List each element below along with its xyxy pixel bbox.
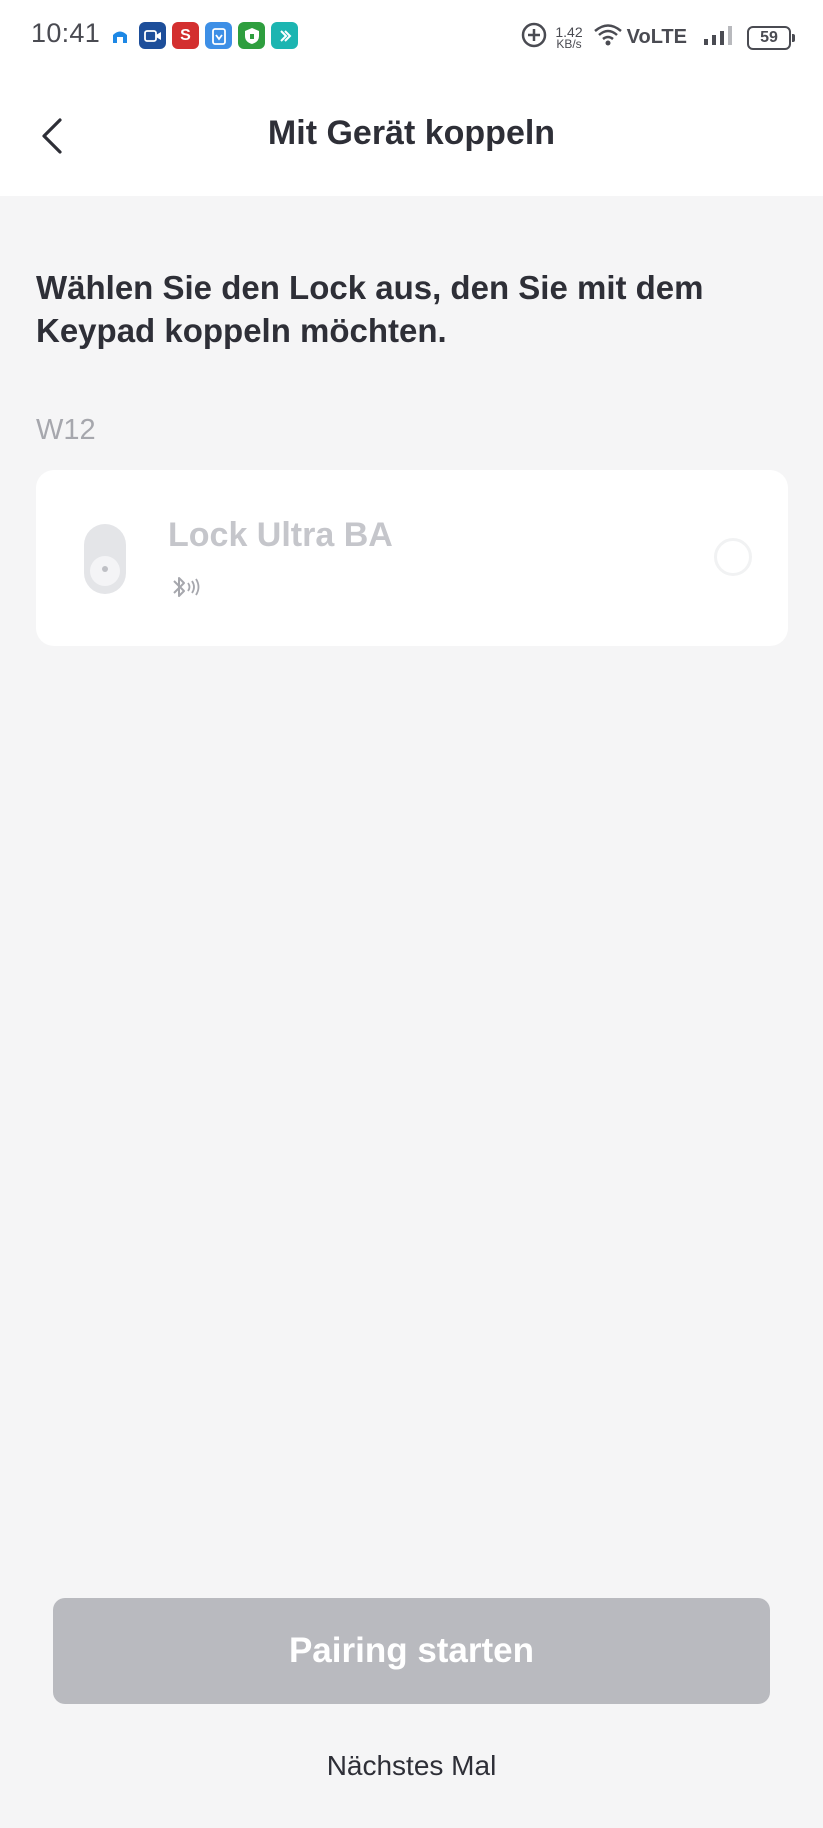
s-app-icon: S bbox=[172, 22, 199, 49]
instruction-text: Wählen Sie den Lock aus, den Sie mit dem… bbox=[36, 269, 704, 349]
status-app-icons: S bbox=[106, 22, 304, 49]
wifi-icon bbox=[593, 22, 623, 53]
lock-device-icon bbox=[84, 524, 126, 594]
device-name: Lock Ultra BA bbox=[168, 516, 393, 554]
net-speed: 1.42 KB/s bbox=[555, 23, 583, 51]
network-label: VoLTE bbox=[626, 26, 687, 48]
page-title: Mit Gerät koppeln bbox=[267, 114, 556, 152]
video-app-icon bbox=[139, 22, 166, 49]
next-time-link[interactable]: Nächstes Mal bbox=[0, 1750, 823, 1782]
bluetooth-icon bbox=[170, 574, 204, 600]
teal-app-icon bbox=[271, 22, 298, 49]
data-saver-icon bbox=[519, 20, 549, 55]
battery-level: 59 bbox=[760, 28, 778, 46]
start-pairing-button[interactable]: Pairing starten bbox=[53, 1598, 770, 1704]
battery-indicator: 59 bbox=[747, 25, 795, 50]
signal-icon bbox=[703, 24, 737, 51]
status-time: 10:41 bbox=[31, 18, 101, 48]
device-select-radio[interactable] bbox=[714, 538, 752, 576]
group-label: W12 bbox=[36, 414, 96, 446]
status-indicators: 1.42 KB/s VoLTE 59 bbox=[519, 20, 795, 55]
net-speed-value: 1.42 bbox=[555, 23, 583, 40]
clipboard-app-icon bbox=[205, 22, 232, 49]
device-list-item[interactable]: Lock Ultra BA bbox=[36, 470, 788, 646]
home-app-icon bbox=[106, 22, 133, 49]
net-speed-unit: KB/s bbox=[556, 36, 582, 51]
nav-bar: Mit Gerät koppeln bbox=[0, 72, 823, 196]
status-bar: 10:41 S 1.42 KB/s VoLTE 59 bbox=[0, 0, 823, 72]
shield-app-icon bbox=[238, 22, 265, 49]
